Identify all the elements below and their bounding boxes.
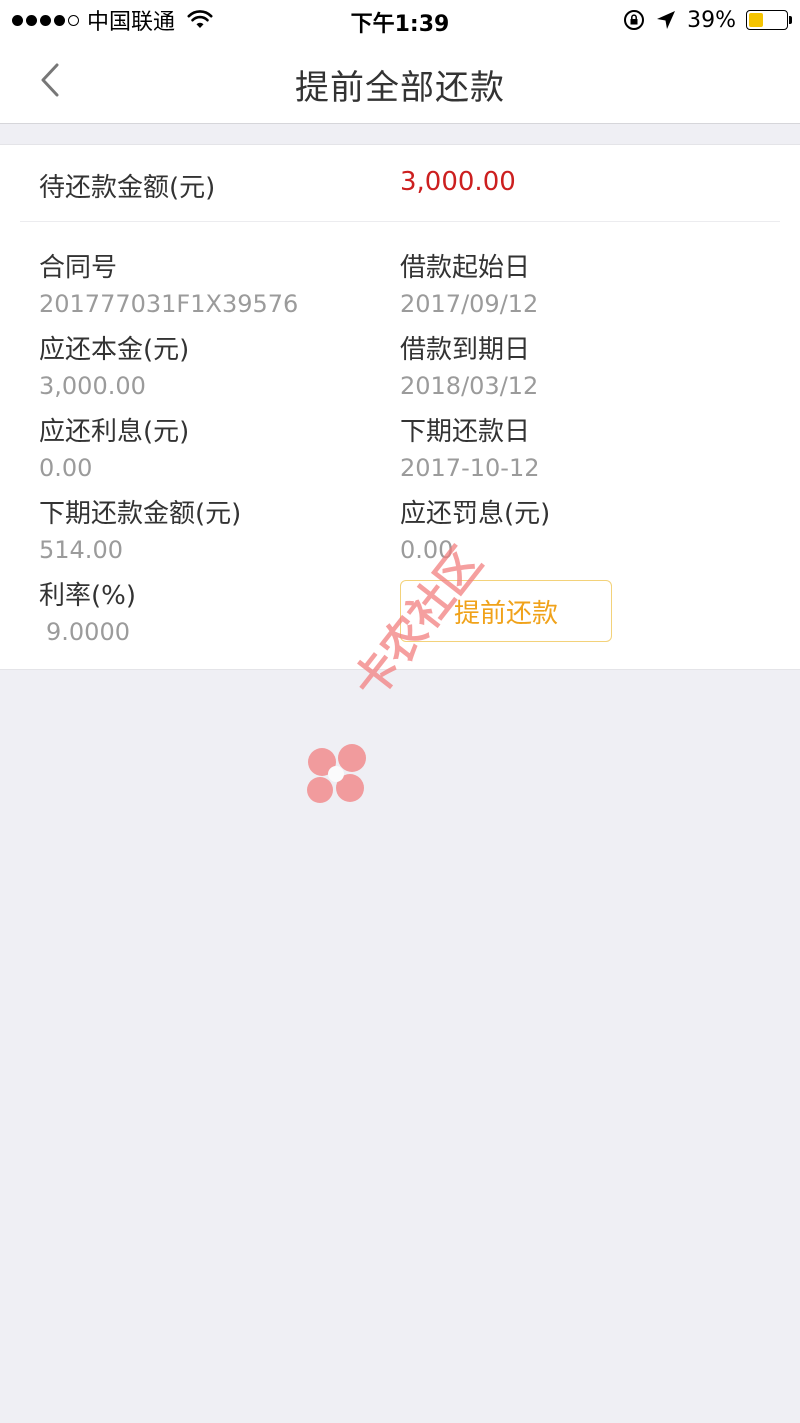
location-arrow-icon xyxy=(657,11,676,29)
next-repay-amount-value: 514.00 xyxy=(39,536,123,564)
principal-due-value: 3,000.00 xyxy=(39,372,146,400)
interest-rate-label: 利率(%) xyxy=(39,581,136,611)
loan-start-date-value: 2017/09/12 xyxy=(400,290,539,318)
loan-start-date-label: 借款起始日 xyxy=(400,253,531,283)
page-title: 提前全部还款 xyxy=(295,68,505,108)
loan-detail-card: 待还款金额(元) 3,000.00 合同号 201777031F1X39576 … xyxy=(0,144,800,670)
watermark-flower-icon xyxy=(307,744,366,803)
penalty-due-value: 0.00 xyxy=(400,536,454,564)
contract-no-value: 201777031F1X39576 xyxy=(39,290,299,318)
interest-due-label: 应还利息(元) xyxy=(39,417,190,447)
nav-bar: 提前全部还款 xyxy=(0,40,800,124)
battery-percent: 39% xyxy=(687,7,736,33)
next-repay-amount-label: 下期还款金额(元) xyxy=(39,499,242,529)
screen: 中国联通 下午1:39 39% 提前全部还款 待还款金额(元) 3,000.00… xyxy=(0,0,800,1423)
rotation-lock-icon xyxy=(624,10,645,30)
loan-end-date-label: 借款到期日 xyxy=(400,335,531,365)
prepay-button[interactable]: 提前还款 xyxy=(400,580,612,642)
loan-end-date-value: 2018/03/12 xyxy=(400,372,539,400)
penalty-due-label: 应还罚息(元) xyxy=(400,499,551,529)
interest-rate-value: 9.0000 xyxy=(46,618,130,646)
next-repay-date-label: 下期还款日 xyxy=(400,417,531,447)
contract-no-label: 合同号 xyxy=(39,253,118,283)
outstanding-amount-row: 待还款金额(元) 3,000.00 xyxy=(20,145,780,222)
principal-due-label: 应还本金(元) xyxy=(39,335,190,365)
outstanding-amount-label: 待还款金额(元) xyxy=(39,173,216,203)
status-bar: 中国联通 下午1:39 39% xyxy=(0,0,800,40)
outstanding-amount-value: 3,000.00 xyxy=(400,167,516,197)
next-repay-date-value: 2017-10-12 xyxy=(400,454,540,482)
battery-level xyxy=(749,13,764,27)
battery-icon xyxy=(746,10,792,30)
status-right: 39% xyxy=(623,6,792,34)
interest-due-value: 0.00 xyxy=(39,454,93,482)
